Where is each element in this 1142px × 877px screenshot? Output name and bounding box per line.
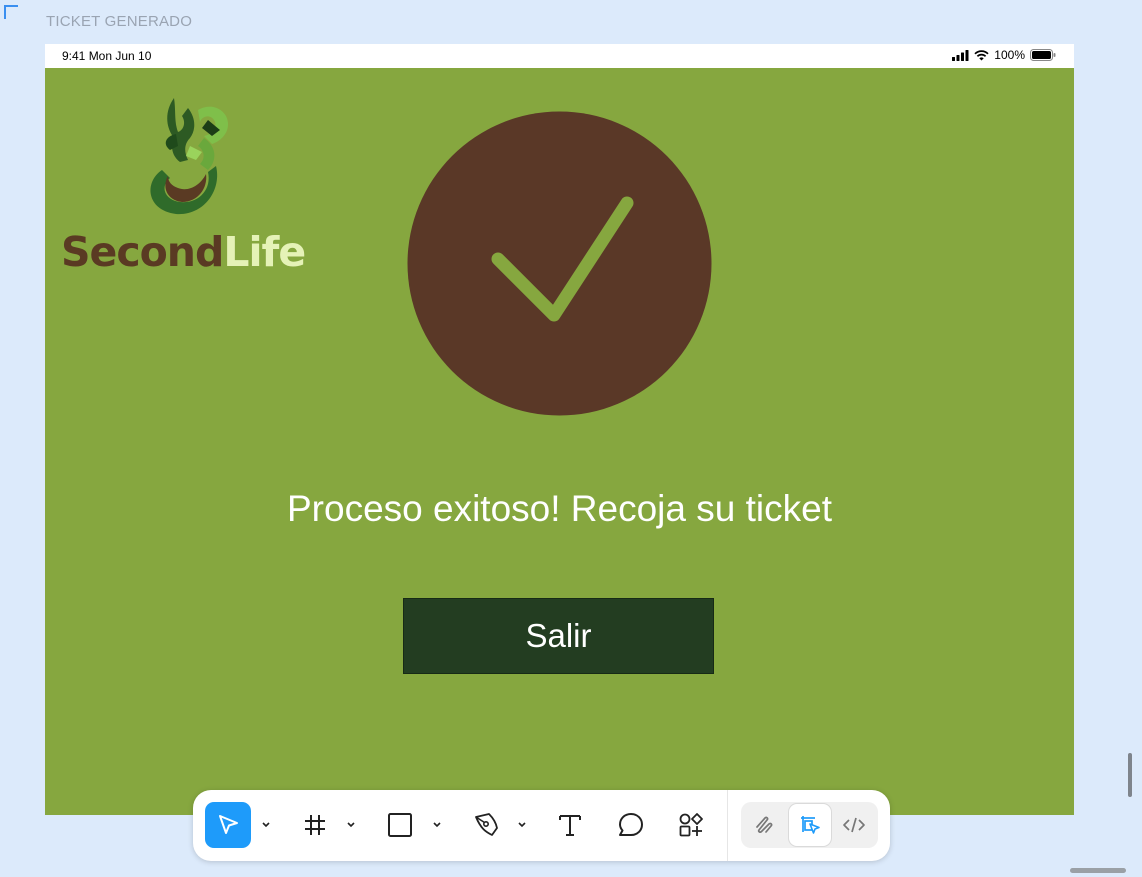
chevron-down-icon: [347, 821, 355, 827]
signal-icon: [952, 49, 969, 61]
comment-tool-button[interactable]: [608, 802, 654, 848]
frame-label[interactable]: TICKET GENERADO: [46, 13, 192, 30]
draw-mode-icon: [756, 816, 773, 833]
components-tool-button[interactable]: [668, 802, 714, 848]
design-mode-button[interactable]: [789, 804, 831, 846]
pen-icon: [475, 813, 498, 836]
device-frame: 9:41 Mon Jun 10 100% SecondLife Proceso …: [45, 44, 1074, 815]
frame-hash-icon: [305, 815, 325, 835]
design-toolbar: [193, 790, 890, 861]
dev-mode-icon: [843, 817, 865, 833]
chevron-down-icon: [433, 821, 441, 827]
success-check-icon: [407, 111, 712, 416]
logo-text-life: Life: [223, 228, 306, 276]
success-message: Proceso exitoso! Recoja su ticket: [287, 488, 832, 529]
battery-icon: [1030, 49, 1056, 61]
horizontal-scrollbar[interactable]: [1070, 868, 1126, 873]
mode-switcher: [741, 802, 878, 848]
chevron-down-icon: [518, 821, 526, 827]
move-pointer-icon: [219, 815, 238, 834]
status-bar: 9:41 Mon Jun 10 100%: [45, 44, 1074, 68]
wifi-icon: [974, 49, 989, 60]
frame-corner-marker: [4, 5, 18, 19]
components-icon: [679, 813, 703, 837]
text-tool-button[interactable]: [547, 802, 593, 848]
rectangle-icon: [388, 813, 412, 837]
chevron-down-icon: [262, 821, 270, 827]
status-time: 9:41 Mon Jun 10: [62, 49, 152, 63]
move-tool-button[interactable]: [205, 802, 251, 848]
logo-wordmark: SecondLife: [61, 228, 306, 276]
dev-mode-button[interactable]: [833, 804, 875, 846]
vertical-scrollbar[interactable]: [1128, 753, 1132, 797]
pen-tool-button[interactable]: [463, 802, 509, 848]
frame-tool-button[interactable]: [292, 802, 338, 848]
pen-tool-dropdown[interactable]: [516, 818, 528, 830]
shape-tool-button[interactable]: [377, 802, 423, 848]
move-tool-dropdown[interactable]: [260, 818, 272, 830]
toolbar-divider: [727, 790, 728, 861]
exit-button[interactable]: Salir: [403, 598, 714, 674]
draw-mode-button[interactable]: [744, 804, 786, 846]
comment-icon: [619, 813, 643, 836]
status-indicators: 100%: [952, 48, 1056, 62]
logo-text-second: Second: [61, 228, 224, 276]
text-tool-icon: [559, 815, 581, 836]
battery-percent: 100%: [994, 48, 1025, 62]
deer-antler-logo-icon: [150, 98, 229, 215]
shape-tool-dropdown[interactable]: [431, 818, 443, 830]
secondlife-logo: SecondLife: [59, 90, 306, 276]
design-mode-icon: [801, 816, 820, 834]
frame-tool-dropdown[interactable]: [345, 818, 357, 830]
